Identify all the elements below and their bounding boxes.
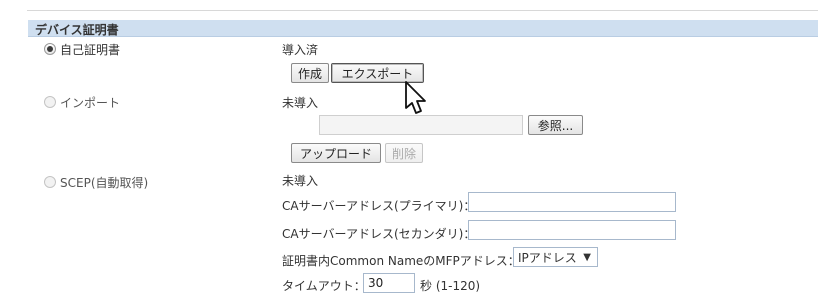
section-title: デバイス証明書: [35, 23, 119, 37]
scep-status: 未導入: [282, 174, 319, 188]
create-button[interactable]: 作成: [291, 63, 329, 83]
upload-button[interactable]: アップロード: [291, 143, 381, 163]
mouse-pointer-icon: [405, 81, 426, 114]
section-header: デバイス証明書: [28, 20, 818, 37]
scep-label: SCEP(自動取得): [60, 176, 149, 190]
common-name-select[interactable]: IPアドレス ▼: [513, 247, 598, 267]
import-status: 未導入: [282, 96, 319, 110]
self-cert-status: 導入済: [282, 43, 319, 57]
top-divider: [27, 10, 818, 11]
ca-secondary-label: CAサーバーアドレス(セカンダリ)：: [282, 227, 476, 241]
radio-import[interactable]: [44, 96, 56, 108]
ca-primary-input[interactable]: [468, 192, 676, 212]
radio-self-cert[interactable]: [44, 43, 56, 55]
radio-scep[interactable]: [44, 176, 56, 188]
browse-button[interactable]: 参照...: [528, 115, 583, 135]
timeout-input[interactable]: 30: [363, 273, 415, 293]
ca-primary-label: CAサーバーアドレス(プライマリ)：: [282, 199, 476, 213]
self-cert-label: 自己証明書: [60, 43, 121, 57]
delete-button[interactable]: 削除: [385, 143, 423, 163]
chevron-down-icon: ▼: [583, 252, 591, 263]
ca-secondary-input[interactable]: [468, 220, 676, 240]
import-label: インポート: [60, 96, 121, 110]
common-name-label: 証明書内Common NameのMFPアドレス：: [282, 254, 520, 268]
common-name-value: IPアドレス: [518, 250, 577, 265]
import-file-input[interactable]: [319, 115, 523, 135]
